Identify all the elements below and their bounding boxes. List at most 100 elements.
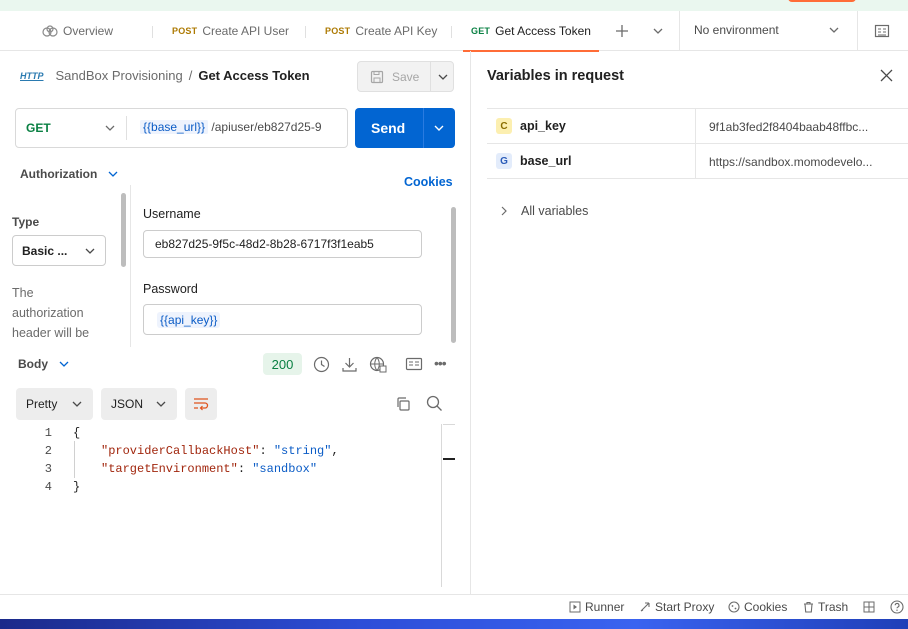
save-button[interactable]: Save (357, 61, 454, 92)
json-sep: : (237, 462, 253, 476)
editor-scroll-marker[interactable] (443, 458, 455, 460)
wrap-lines-button[interactable] (185, 388, 217, 420)
password-field[interactable]: {{api_key}} (143, 304, 422, 335)
tab-get-access-token[interactable]: GET Get Access Token (463, 11, 599, 52)
auth-type-value: Basic ... (22, 243, 68, 258)
variable-value: https://sandbox.momodevelo... (709, 155, 873, 169)
trash-label: Trash (818, 600, 849, 614)
start-proxy-label: Start Proxy (655, 600, 715, 614)
divider (679, 11, 680, 51)
line-number: 2 (44, 444, 52, 458)
chevron-down-icon[interactable] (652, 25, 664, 37)
os-taskbar (0, 619, 908, 629)
save-label: Save (392, 69, 420, 84)
tab-divider (451, 26, 452, 38)
format-json-select[interactable]: JSON (101, 388, 177, 420)
divider (430, 62, 431, 91)
scope-badge: G (496, 153, 512, 169)
download-icon[interactable] (341, 356, 358, 373)
environment-select[interactable]: No environment (694, 23, 840, 37)
auth-description: The authorization header will be (12, 283, 89, 343)
variable-row[interactable]: C api_key 9f1ab3fed2f8404baab48ffbc... (487, 109, 908, 144)
help-icon[interactable] (890, 600, 904, 614)
method-badge: POST (172, 26, 198, 36)
more-options-icon[interactable]: ••• (434, 355, 447, 371)
format-pretty-label: Pretty (26, 397, 58, 411)
username-field[interactable]: eb827d25-9f5c-48d2-8b28-6717f3f1eab5 (143, 230, 422, 258)
scrollbar[interactable] (451, 207, 456, 343)
cookies-link[interactable]: Cookies (404, 175, 453, 189)
environment-quick-look-icon[interactable] (874, 23, 890, 39)
type-label: Type (12, 215, 40, 229)
trash-button[interactable]: Trash (803, 600, 848, 614)
chevron-down-icon[interactable] (433, 122, 445, 134)
divider (126, 116, 127, 140)
chevron-down-icon (104, 122, 116, 134)
runner-button[interactable]: Runner (569, 600, 624, 614)
username-label: Username (143, 207, 201, 221)
two-pane-layout-icon[interactable] (863, 601, 875, 613)
breadcrumb-request-name[interactable]: Get Access Token (198, 68, 309, 83)
all-variables-toggle[interactable]: All variables (499, 204, 588, 218)
chevron-down-icon[interactable] (437, 71, 449, 83)
upgrade-button[interactable] (788, 0, 856, 2)
json-tail: , (331, 444, 339, 458)
overview-icon (42, 25, 58, 37)
divider (857, 11, 858, 51)
tab-create-api-user[interactable]: POST Create API User (172, 11, 289, 51)
breadcrumb-collection[interactable]: SandBox Provisioning (56, 68, 183, 83)
tab-label: Get Access Token (495, 24, 591, 38)
scrollbar[interactable] (121, 193, 126, 267)
indent-guide (74, 441, 75, 478)
wrap-lines-icon (193, 397, 209, 411)
description-line: The (12, 286, 34, 300)
url-variable[interactable]: {{base_url}} (140, 120, 209, 134)
cookie-icon (728, 601, 740, 613)
new-tab-icon[interactable] (614, 23, 630, 39)
search-icon[interactable] (426, 395, 443, 412)
send-button[interactable]: Send (355, 108, 455, 148)
json-value: "sandbox" (252, 462, 318, 476)
username-value: eb827d25-9f5c-48d2-8b28-6717f3f1eab5 (155, 237, 374, 251)
code-line: { (73, 426, 81, 440)
response-body-tab[interactable]: Body (18, 357, 70, 371)
code-line: } (73, 480, 81, 494)
network-globe-icon[interactable] (369, 356, 387, 373)
chevron-down-icon (58, 358, 70, 370)
method-badge: POST (325, 26, 351, 36)
status-badge[interactable]: 200 (263, 353, 302, 375)
send-label: Send (371, 120, 406, 136)
format-pretty-select[interactable]: Pretty (16, 388, 93, 420)
authorization-tab[interactable]: Authorization (20, 167, 119, 181)
runner-icon (569, 601, 581, 613)
chevron-down-icon (84, 245, 96, 257)
url-path: /apiuser/eb827d25-9 (211, 120, 322, 134)
line-number: 3 (44, 462, 52, 476)
tab-overview[interactable]: Overview (42, 11, 113, 51)
tab-bar: Overview POST Create API User POST Creat… (0, 11, 908, 52)
variable-row[interactable]: G base_url https://sandbox.momodevelo... (487, 144, 908, 179)
tab-divider (152, 26, 153, 38)
method-select[interactable]: GET (16, 109, 126, 147)
method-badge: GET (471, 26, 491, 36)
divider (695, 109, 696, 144)
history-icon[interactable] (313, 356, 330, 373)
environment-label: No environment (694, 23, 779, 37)
copy-icon[interactable] (395, 396, 411, 412)
cookies-button[interactable]: Cookies (728, 600, 787, 614)
runner-label: Runner (585, 600, 625, 614)
url-input[interactable]: {{base_url}} /apiuser/eb827d25-9 (140, 120, 342, 134)
tab-label: Create API User (202, 24, 290, 38)
auth-type-select[interactable]: Basic ... (12, 235, 106, 266)
format-json-label: JSON (111, 397, 144, 411)
close-icon[interactable] (880, 69, 893, 82)
json-value: "string" (273, 444, 332, 458)
tab-create-api-key[interactable]: POST Create API Key (325, 11, 437, 51)
password-variable: {{api_key}} (157, 311, 221, 328)
cookies-label: Cookies (744, 600, 788, 614)
line-number: 4 (44, 480, 52, 494)
start-proxy-button[interactable]: Start Proxy (639, 600, 714, 614)
password-label: Password (143, 282, 198, 296)
visualize-icon[interactable] (405, 356, 423, 372)
response-body-editor[interactable]: 1 2 3 4 { "providerCallbackHost": "strin… (0, 423, 441, 587)
